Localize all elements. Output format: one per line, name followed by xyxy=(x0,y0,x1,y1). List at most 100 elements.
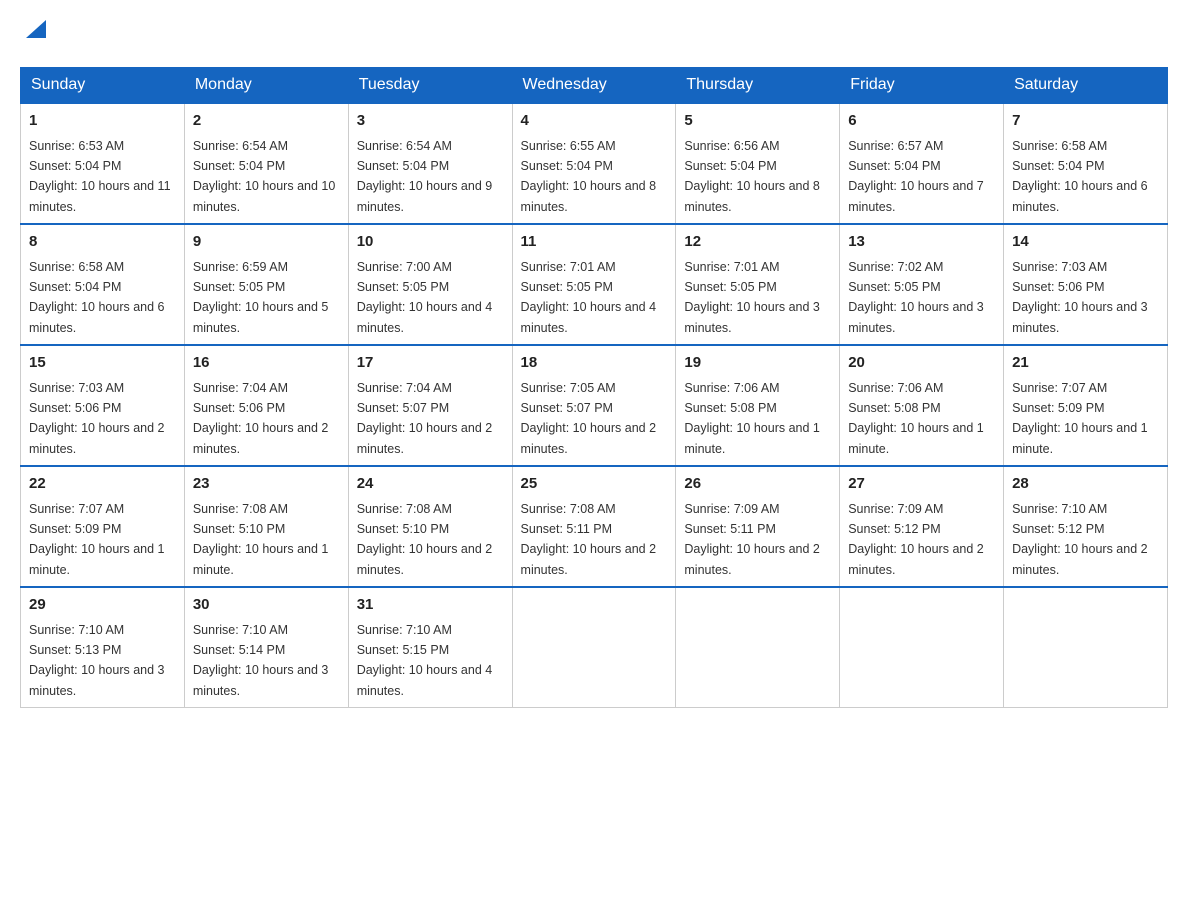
day-info: Sunrise: 6:54 AMSunset: 5:04 PMDaylight:… xyxy=(357,139,493,214)
day-info: Sunrise: 7:06 AMSunset: 5:08 PMDaylight:… xyxy=(848,381,984,456)
day-info: Sunrise: 7:10 AMSunset: 5:15 PMDaylight:… xyxy=(357,623,493,698)
day-info: Sunrise: 7:08 AMSunset: 5:10 PMDaylight:… xyxy=(357,502,493,577)
calendar-cell: 27 Sunrise: 7:09 AMSunset: 5:12 PMDaylig… xyxy=(840,466,1004,587)
calendar-cell xyxy=(1004,587,1168,708)
weekday-header-tuesday: Tuesday xyxy=(348,68,512,104)
day-info: Sunrise: 7:10 AMSunset: 5:12 PMDaylight:… xyxy=(1012,502,1148,577)
weekday-header-monday: Monday xyxy=(184,68,348,104)
day-info: Sunrise: 7:10 AMSunset: 5:13 PMDaylight:… xyxy=(29,623,165,698)
weekday-header-friday: Friday xyxy=(840,68,1004,104)
calendar-cell: 21 Sunrise: 7:07 AMSunset: 5:09 PMDaylig… xyxy=(1004,345,1168,466)
day-number: 15 xyxy=(29,352,176,375)
day-info: Sunrise: 6:57 AMSunset: 5:04 PMDaylight:… xyxy=(848,139,984,214)
weekday-header-wednesday: Wednesday xyxy=(512,68,676,104)
day-number: 8 xyxy=(29,231,176,254)
day-info: Sunrise: 7:06 AMSunset: 5:08 PMDaylight:… xyxy=(684,381,820,456)
day-number: 18 xyxy=(521,352,668,375)
day-number: 6 xyxy=(848,110,995,133)
calendar-cell: 30 Sunrise: 7:10 AMSunset: 5:14 PMDaylig… xyxy=(184,587,348,708)
day-number: 13 xyxy=(848,231,995,254)
calendar-week-row: 15 Sunrise: 7:03 AMSunset: 5:06 PMDaylig… xyxy=(21,345,1168,466)
calendar-cell: 24 Sunrise: 7:08 AMSunset: 5:10 PMDaylig… xyxy=(348,466,512,587)
day-info: Sunrise: 6:58 AMSunset: 5:04 PMDaylight:… xyxy=(29,260,165,335)
calendar-cell: 31 Sunrise: 7:10 AMSunset: 5:15 PMDaylig… xyxy=(348,587,512,708)
calendar-cell: 3 Sunrise: 6:54 AMSunset: 5:04 PMDayligh… xyxy=(348,103,512,224)
calendar-cell: 14 Sunrise: 7:03 AMSunset: 5:06 PMDaylig… xyxy=(1004,224,1168,345)
day-number: 12 xyxy=(684,231,831,254)
day-number: 29 xyxy=(29,594,176,617)
calendar-cell: 7 Sunrise: 6:58 AMSunset: 5:04 PMDayligh… xyxy=(1004,103,1168,224)
weekday-header-sunday: Sunday xyxy=(21,68,185,104)
weekday-header-saturday: Saturday xyxy=(1004,68,1168,104)
calendar-cell: 4 Sunrise: 6:55 AMSunset: 5:04 PMDayligh… xyxy=(512,103,676,224)
calendar-cell: 29 Sunrise: 7:10 AMSunset: 5:13 PMDaylig… xyxy=(21,587,185,708)
day-info: Sunrise: 7:10 AMSunset: 5:14 PMDaylight:… xyxy=(193,623,329,698)
day-number: 20 xyxy=(848,352,995,375)
day-number: 24 xyxy=(357,473,504,496)
day-number: 25 xyxy=(521,473,668,496)
day-info: Sunrise: 7:09 AMSunset: 5:12 PMDaylight:… xyxy=(848,502,984,577)
day-number: 22 xyxy=(29,473,176,496)
calendar-cell: 19 Sunrise: 7:06 AMSunset: 5:08 PMDaylig… xyxy=(676,345,840,466)
day-info: Sunrise: 7:01 AMSunset: 5:05 PMDaylight:… xyxy=(684,260,820,335)
day-info: Sunrise: 7:03 AMSunset: 5:06 PMDaylight:… xyxy=(29,381,165,456)
logo xyxy=(20,20,46,47)
calendar-cell: 16 Sunrise: 7:04 AMSunset: 5:06 PMDaylig… xyxy=(184,345,348,466)
day-info: Sunrise: 6:59 AMSunset: 5:05 PMDaylight:… xyxy=(193,260,329,335)
calendar-cell: 15 Sunrise: 7:03 AMSunset: 5:06 PMDaylig… xyxy=(21,345,185,466)
calendar-week-row: 1 Sunrise: 6:53 AMSunset: 5:04 PMDayligh… xyxy=(21,103,1168,224)
calendar-cell: 10 Sunrise: 7:00 AMSunset: 5:05 PMDaylig… xyxy=(348,224,512,345)
calendar-header: SundayMondayTuesdayWednesdayThursdayFrid… xyxy=(21,68,1168,104)
calendar-cell: 22 Sunrise: 7:07 AMSunset: 5:09 PMDaylig… xyxy=(21,466,185,587)
day-number: 7 xyxy=(1012,110,1159,133)
day-info: Sunrise: 7:04 AMSunset: 5:07 PMDaylight:… xyxy=(357,381,493,456)
day-number: 23 xyxy=(193,473,340,496)
day-number: 14 xyxy=(1012,231,1159,254)
calendar-body: 1 Sunrise: 6:53 AMSunset: 5:04 PMDayligh… xyxy=(21,103,1168,708)
calendar-cell: 11 Sunrise: 7:01 AMSunset: 5:05 PMDaylig… xyxy=(512,224,676,345)
day-number: 2 xyxy=(193,110,340,133)
logo-triangle-icon xyxy=(24,18,46,40)
day-info: Sunrise: 6:53 AMSunset: 5:04 PMDaylight:… xyxy=(29,139,171,214)
day-number: 4 xyxy=(521,110,668,133)
calendar-cell: 1 Sunrise: 6:53 AMSunset: 5:04 PMDayligh… xyxy=(21,103,185,224)
day-info: Sunrise: 7:08 AMSunset: 5:10 PMDaylight:… xyxy=(193,502,329,577)
weekday-header-row: SundayMondayTuesdayWednesdayThursdayFrid… xyxy=(21,68,1168,104)
day-info: Sunrise: 7:07 AMSunset: 5:09 PMDaylight:… xyxy=(1012,381,1148,456)
day-number: 9 xyxy=(193,231,340,254)
calendar-cell: 25 Sunrise: 7:08 AMSunset: 5:11 PMDaylig… xyxy=(512,466,676,587)
calendar-table: SundayMondayTuesdayWednesdayThursdayFrid… xyxy=(20,67,1168,708)
day-info: Sunrise: 6:56 AMSunset: 5:04 PMDaylight:… xyxy=(684,139,820,214)
calendar-cell: 17 Sunrise: 7:04 AMSunset: 5:07 PMDaylig… xyxy=(348,345,512,466)
calendar-cell xyxy=(512,587,676,708)
day-info: Sunrise: 7:03 AMSunset: 5:06 PMDaylight:… xyxy=(1012,260,1148,335)
day-info: Sunrise: 6:55 AMSunset: 5:04 PMDaylight:… xyxy=(521,139,657,214)
calendar-cell: 9 Sunrise: 6:59 AMSunset: 5:05 PMDayligh… xyxy=(184,224,348,345)
day-number: 10 xyxy=(357,231,504,254)
day-number: 16 xyxy=(193,352,340,375)
day-number: 3 xyxy=(357,110,504,133)
calendar-week-row: 22 Sunrise: 7:07 AMSunset: 5:09 PMDaylig… xyxy=(21,466,1168,587)
day-number: 28 xyxy=(1012,473,1159,496)
calendar-cell: 2 Sunrise: 6:54 AMSunset: 5:04 PMDayligh… xyxy=(184,103,348,224)
day-number: 31 xyxy=(357,594,504,617)
calendar-cell: 13 Sunrise: 7:02 AMSunset: 5:05 PMDaylig… xyxy=(840,224,1004,345)
calendar-cell: 8 Sunrise: 6:58 AMSunset: 5:04 PMDayligh… xyxy=(21,224,185,345)
weekday-header-thursday: Thursday xyxy=(676,68,840,104)
day-info: Sunrise: 7:09 AMSunset: 5:11 PMDaylight:… xyxy=(684,502,820,577)
day-info: Sunrise: 7:08 AMSunset: 5:11 PMDaylight:… xyxy=(521,502,657,577)
day-info: Sunrise: 7:01 AMSunset: 5:05 PMDaylight:… xyxy=(521,260,657,335)
calendar-cell xyxy=(676,587,840,708)
day-info: Sunrise: 7:02 AMSunset: 5:05 PMDaylight:… xyxy=(848,260,984,335)
day-number: 17 xyxy=(357,352,504,375)
calendar-cell: 26 Sunrise: 7:09 AMSunset: 5:11 PMDaylig… xyxy=(676,466,840,587)
calendar-cell xyxy=(840,587,1004,708)
calendar-cell: 5 Sunrise: 6:56 AMSunset: 5:04 PMDayligh… xyxy=(676,103,840,224)
day-info: Sunrise: 7:00 AMSunset: 5:05 PMDaylight:… xyxy=(357,260,493,335)
day-info: Sunrise: 6:54 AMSunset: 5:04 PMDaylight:… xyxy=(193,139,335,214)
day-number: 27 xyxy=(848,473,995,496)
day-number: 5 xyxy=(684,110,831,133)
calendar-cell: 6 Sunrise: 6:57 AMSunset: 5:04 PMDayligh… xyxy=(840,103,1004,224)
day-number: 30 xyxy=(193,594,340,617)
day-number: 1 xyxy=(29,110,176,133)
